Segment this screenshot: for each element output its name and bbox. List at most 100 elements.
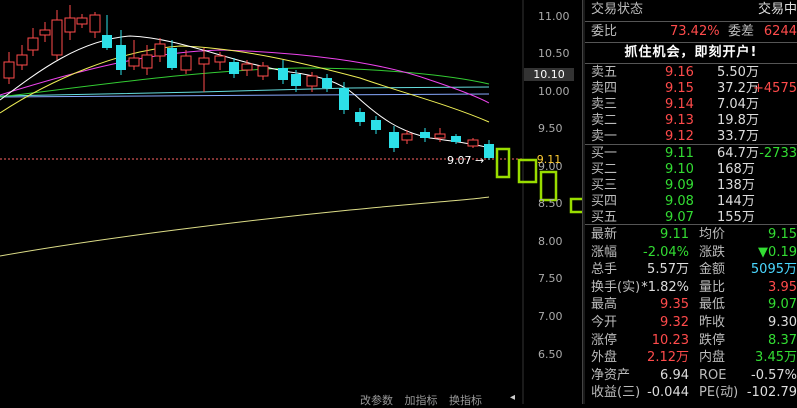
stat-value: 9.35 bbox=[660, 297, 689, 313]
candle-body bbox=[339, 88, 349, 110]
axis-price-tag: 9.11 bbox=[536, 153, 562, 166]
stat-value: 10.23 bbox=[651, 332, 689, 348]
axis-tick-label: 8.50 bbox=[538, 197, 563, 210]
stat-label: 涨停 bbox=[591, 332, 618, 348]
stat-value-2: 9.30 bbox=[768, 315, 797, 330]
candle-body bbox=[16, 54, 28, 66]
toolbar-add-indicator[interactable]: 加指标 bbox=[405, 394, 438, 407]
stat-row: 总手 5.57万 金额 5095万 bbox=[585, 261, 797, 279]
stat-value-2: -0.57% bbox=[751, 367, 797, 383]
candle-body bbox=[102, 35, 112, 48]
candle-body bbox=[291, 74, 301, 86]
promo-text[interactable]: 抓住机会，即刻开户! bbox=[625, 45, 758, 60]
stat-value: 6.94 bbox=[660, 367, 689, 383]
ma250-line bbox=[0, 196, 490, 257]
axis-tick-label: 8.00 bbox=[538, 235, 563, 248]
ma60-line bbox=[0, 67, 490, 98]
candle-body bbox=[198, 57, 210, 65]
ask-volume: 33.7万 bbox=[717, 129, 759, 144]
stat-label-2: 内盘 bbox=[699, 350, 726, 366]
candle-body bbox=[434, 133, 446, 139]
highlight-box-3 bbox=[539, 170, 558, 202]
axis-current-tag: 10.10 bbox=[524, 68, 574, 81]
highlight-box-4 bbox=[569, 197, 582, 214]
weicha-label: 委差 bbox=[728, 24, 755, 39]
stat-value: *1.82% bbox=[641, 279, 689, 295]
stat-label-2: 昨收 bbox=[699, 315, 726, 330]
stat-value: -0.044 bbox=[647, 385, 689, 401]
stat-value-2: 9.15 bbox=[768, 227, 797, 242]
promo-banner[interactable]: 抓住机会，即刻开户! bbox=[585, 44, 797, 62]
stat-label: 净资产 bbox=[591, 367, 631, 383]
axis-tick-label: 6.50 bbox=[538, 348, 563, 361]
trade-status-label: 交易状态 bbox=[591, 2, 644, 17]
stat-value: 9.32 bbox=[660, 315, 689, 330]
weicha-value: 6244 bbox=[763, 24, 797, 39]
axis-tick-label: 9.50 bbox=[538, 122, 563, 135]
quote-panel: 交易状态 交易中 委比 73.42% 委差 6244 抓住机会，即刻开户! 卖五… bbox=[585, 0, 797, 404]
candle-body bbox=[355, 112, 365, 122]
trade-status-value: 交易中 bbox=[757, 2, 797, 17]
candle-body bbox=[241, 63, 253, 71]
stat-value: -2.04% bbox=[643, 244, 689, 260]
trade-status-row: 交易状态 交易中 bbox=[585, 1, 797, 19]
axis-tick-label: 11.00 bbox=[538, 10, 570, 23]
candle-body bbox=[154, 43, 166, 57]
stat-value: 9.11 bbox=[660, 227, 689, 242]
candle-body bbox=[306, 75, 318, 87]
stat-label-2: PE(动) bbox=[699, 385, 739, 401]
highlight-box-1 bbox=[495, 147, 511, 179]
stat-value-2: 3.95 bbox=[768, 279, 797, 295]
candle-body bbox=[229, 62, 239, 74]
stat-label: 收益(三) bbox=[591, 385, 641, 401]
stat-label-2: 均价 bbox=[699, 227, 726, 242]
candle-body bbox=[467, 139, 479, 147]
stat-label: 涨幅 bbox=[591, 244, 618, 260]
candle-body bbox=[322, 78, 332, 88]
candle-body bbox=[76, 17, 88, 25]
stat-value-2: -102.79 bbox=[746, 385, 797, 401]
stat-label: 总手 bbox=[591, 262, 618, 278]
stat-label: 最新 bbox=[591, 227, 618, 242]
candle-body bbox=[51, 19, 63, 56]
axis-tick-label: 10.50 bbox=[538, 47, 570, 60]
bid-row: 买五 9.07 155万 bbox=[585, 209, 797, 227]
stat-value-2: 3.45万 bbox=[755, 350, 797, 366]
stat-label: 换手(实) bbox=[591, 279, 641, 295]
toolbar-switch-indicator[interactable]: 换指标 bbox=[449, 394, 482, 407]
stat-label-2: 跌停 bbox=[699, 332, 726, 348]
candle-body bbox=[401, 133, 413, 141]
candle-body bbox=[27, 37, 39, 51]
stat-row: 最高 9.35 最低 9.07 bbox=[585, 296, 797, 314]
stat-row: 最新 9.11 均价 9.15 bbox=[585, 226, 797, 244]
ask-row: 卖一 9.12 33.7万 bbox=[585, 128, 797, 146]
stat-value-2: 9.07 bbox=[768, 297, 797, 313]
stat-row: 今开 9.32 昨收 9.30 bbox=[585, 314, 797, 332]
bid-volume: 155万 bbox=[717, 210, 755, 225]
stat-label: 今开 bbox=[591, 315, 618, 330]
stat-label-2: 金额 bbox=[699, 262, 726, 278]
candle-body bbox=[389, 132, 399, 148]
scroll-right-arrow[interactable]: ◂ bbox=[510, 392, 515, 403]
stat-label-2: 量比 bbox=[699, 279, 726, 295]
stat-label: 最高 bbox=[591, 297, 618, 313]
weibi-value: 73.42% bbox=[670, 24, 720, 39]
stat-label-2: 最低 bbox=[699, 297, 726, 313]
stat-row: 涨停 10.23 跌停 8.37 bbox=[585, 332, 797, 350]
candle-body bbox=[141, 54, 153, 69]
toolbar-edit-params[interactable]: 改参数 bbox=[360, 394, 393, 407]
ask-level-label: 卖一 bbox=[591, 129, 618, 144]
kline-chart[interactable] bbox=[0, 0, 582, 404]
axis-tick-label: 7.00 bbox=[538, 310, 563, 323]
candle-body bbox=[39, 29, 51, 36]
weibi-row: 委比 73.42% 委差 6244 bbox=[585, 23, 797, 41]
candle-body bbox=[128, 57, 140, 67]
stat-row: 换手(实) *1.82% 量比 3.95 bbox=[585, 279, 797, 297]
axis-tick-label: 10.00 bbox=[538, 85, 570, 98]
candle-body bbox=[180, 55, 192, 71]
stat-value: 5.57万 bbox=[647, 262, 689, 278]
weibi-label: 委比 bbox=[591, 24, 618, 39]
stat-value: 2.12万 bbox=[647, 350, 689, 366]
low-price-annotation: 9.07 → bbox=[447, 154, 485, 167]
candle-body bbox=[451, 136, 461, 142]
